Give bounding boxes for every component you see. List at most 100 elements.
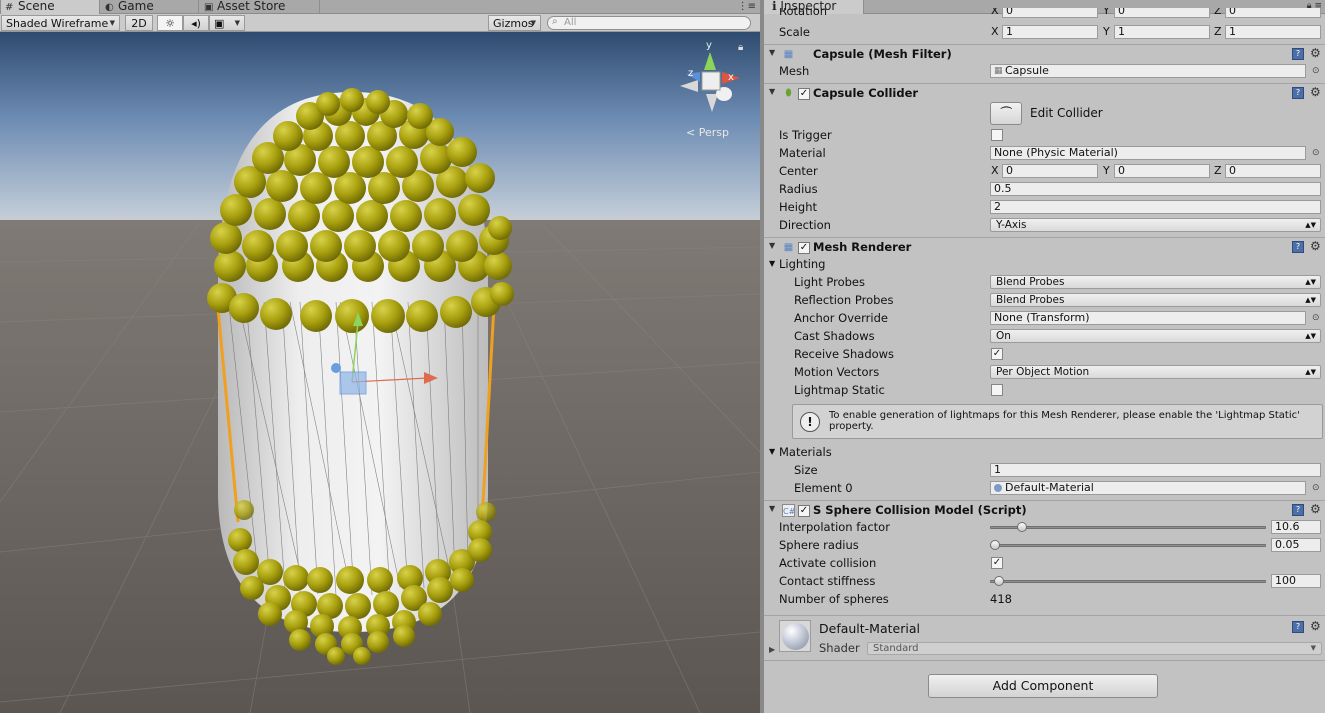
direction-dropdown[interactable]: Y-Axis ▲▼	[990, 218, 1321, 232]
interpolation-slider-thumb[interactable]	[1016, 522, 1027, 532]
dropdown-arrow-icon: ▲▼	[1305, 296, 1316, 304]
component-enabled-checkbox[interactable]: ✓	[798, 242, 810, 254]
component-enabled-checkbox[interactable]: ✓	[798, 505, 810, 517]
object-picker-icon[interactable]: ⊙	[1312, 144, 1320, 162]
scene-viewport[interactable]: y x z < Persp 🔒︎	[0, 32, 760, 713]
number-of-spheres-value: 418	[990, 592, 1012, 606]
element0-field[interactable]: Default-Material	[990, 481, 1306, 495]
shader-dropdown[interactable]: Standard ▼	[867, 642, 1322, 655]
sphere-radius-row: Sphere radius 0.05	[764, 536, 1325, 554]
chevron-down-icon: ▼	[109, 19, 115, 27]
materials-size-field[interactable]: 1	[990, 463, 1321, 477]
collider-material-field[interactable]: None (Physic Material)	[990, 146, 1306, 160]
gear-icon[interactable]: ⚙	[1310, 85, 1321, 99]
rotation-y-field[interactable]: 0	[1114, 8, 1210, 18]
sphere-radius-field[interactable]: 0.05	[1271, 538, 1321, 552]
lighting-foldout[interactable]: ▼ Lighting	[764, 255, 1325, 273]
stiffness-slider-track[interactable]	[990, 580, 1266, 583]
object-picker-icon[interactable]: ⊙	[1312, 309, 1320, 327]
effects-dropdown[interactable]: ▣ ▼	[209, 15, 245, 31]
light-probes-dropdown[interactable]: Blend Probes ▲▼	[990, 275, 1321, 289]
help-icon[interactable]: ?	[1292, 621, 1304, 633]
foldout-arrow-icon[interactable]: ▼	[769, 255, 775, 273]
unity-editor: # Scene ◐ Game ▣ Asset Store ⋮≡ Shaded Wire…	[0, 0, 1325, 713]
stiffness-field[interactable]: 100	[1271, 574, 1321, 588]
scene-search-input[interactable]: ⌕ All	[547, 16, 751, 30]
help-icon[interactable]: ?	[1292, 504, 1304, 516]
menu-icon[interactable]: ⋮≡	[738, 1, 756, 12]
foldout-arrow-icon[interactable]: ▶	[769, 645, 775, 654]
lighting-toggle-button[interactable]: ☼	[157, 15, 183, 31]
gear-icon[interactable]: ⚙	[1310, 619, 1321, 633]
help-text: To enable generation of lightmaps for th…	[829, 410, 1300, 432]
rotation-row: Rotation X 0 Y 0 Z 0	[764, 8, 1325, 20]
scene-toolbar: Shaded Wireframe ▼ 2D ☼ ◂) ▣ ▼ Gizmos ▼ ⌕ Al…	[0, 14, 760, 32]
materials-foldout[interactable]: ▼ Materials	[764, 443, 1325, 461]
grid-icon: #	[5, 2, 14, 13]
is-trigger-checkbox[interactable]	[991, 129, 1003, 141]
object-picker-icon[interactable]: ⊙	[1312, 62, 1320, 80]
chevron-left-icon: <	[686, 126, 696, 139]
stiffness-slider-thumb[interactable]	[993, 576, 1004, 586]
foldout-arrow-icon[interactable]: ▼	[769, 443, 775, 461]
foldout-arrow-icon[interactable]: ▼	[769, 48, 775, 57]
height-field[interactable]: 2	[990, 200, 1321, 214]
cast-shadows-dropdown[interactable]: On ▲▼	[990, 329, 1321, 343]
axis-x-label: X	[991, 25, 999, 38]
material-name: Default-Material	[819, 621, 920, 636]
persp-label[interactable]: < Persp	[686, 126, 729, 139]
interpolation-field[interactable]: 10.6	[1271, 520, 1321, 534]
dropdown-arrow-icon: ▲▼	[1305, 278, 1316, 286]
rotation-z-field[interactable]: 0	[1225, 8, 1321, 18]
foldout-arrow-icon[interactable]: ▼	[769, 87, 775, 96]
add-component-button[interactable]: Add Component	[928, 674, 1158, 698]
mesh-renderer-header[interactable]: ▼ ▦ ✓ Mesh Renderer ? ⚙	[764, 237, 1325, 257]
sphere-radius-slider-thumb[interactable]	[990, 540, 1000, 550]
axis-x-label: X	[991, 8, 999, 17]
mesh-field[interactable]: ▦ Capsule	[990, 64, 1306, 78]
cast-shadows-row: Cast Shadows On ▲▼	[764, 327, 1325, 345]
foldout-arrow-icon[interactable]: ▼	[769, 504, 775, 513]
center-x-field[interactable]: 0	[1002, 164, 1098, 178]
component-enabled-checkbox[interactable]: ✓	[798, 88, 810, 100]
gear-icon[interactable]: ⚙	[1310, 502, 1321, 516]
center-y-field[interactable]: 0	[1114, 164, 1210, 178]
rotation-x-field[interactable]: 0	[1002, 8, 1098, 18]
receive-shadows-checkbox[interactable]: ✓	[991, 348, 1003, 360]
interpolation-slider-track[interactable]	[990, 526, 1266, 529]
scale-y-field[interactable]: 1	[1114, 25, 1210, 39]
motion-vectors-dropdown[interactable]: Per Object Motion ▲▼	[990, 365, 1321, 379]
sphere-collision-header[interactable]: ▼ C# ✓ S Sphere Collision Model (Script)…	[764, 500, 1325, 520]
help-icon[interactable]: ?	[1292, 87, 1304, 99]
scale-x-field[interactable]: 1	[1002, 25, 1098, 39]
2d-toggle-button[interactable]: 2D	[125, 15, 153, 31]
gizmos-dropdown[interactable]: Gizmos ▼	[488, 15, 541, 31]
sphere-radius-slider-track[interactable]	[990, 544, 1266, 547]
reflection-probes-dropdown[interactable]: Blend Probes ▲▼	[990, 293, 1321, 307]
tab-game[interactable]: ◐ Game	[101, 0, 199, 14]
foldout-arrow-icon[interactable]: ▼	[769, 241, 775, 250]
audio-toggle-button[interactable]: ◂)	[183, 15, 209, 31]
anchor-override-field[interactable]: None (Transform)	[990, 311, 1306, 325]
object-picker-icon[interactable]: ⊙	[1312, 479, 1320, 497]
scale-z-field[interactable]: 1	[1225, 25, 1321, 39]
capsule-collider-header[interactable]: ▼ ⬮ ✓ Capsule Collider ? ⚙	[764, 83, 1325, 103]
gear-icon[interactable]: ⚙	[1310, 46, 1321, 60]
help-icon[interactable]: ?	[1292, 241, 1304, 253]
anchor-override-row: Anchor Override None (Transform) ⊙	[794, 309, 1320, 327]
mesh-filter-header[interactable]: ▼ ▦ Capsule (Mesh Filter) ? ⚙	[764, 44, 1325, 64]
activate-collision-checkbox[interactable]: ✓	[991, 557, 1003, 569]
axis-y-label: Y	[1103, 164, 1110, 177]
tab-scene[interactable]: # Scene	[0, 0, 100, 14]
tab-asset-store[interactable]: ▣ Asset Store	[200, 0, 320, 14]
gear-icon[interactable]: ⚙	[1310, 239, 1321, 253]
direction-row: Direction Y-Axis ▲▼	[764, 216, 1325, 234]
help-icon[interactable]: ?	[1292, 48, 1304, 60]
center-z-field[interactable]: 0	[1225, 164, 1321, 178]
radius-field[interactable]: 0.5	[990, 182, 1321, 196]
edit-collider-button[interactable]: ⏜	[990, 102, 1022, 125]
radius-row: Radius 0.5	[764, 180, 1325, 198]
lock-icon[interactable]: 🔒︎	[738, 42, 743, 53]
lightmap-static-checkbox[interactable]	[991, 384, 1003, 396]
draw-mode-dropdown[interactable]: Shaded Wireframe ▼	[1, 15, 120, 31]
